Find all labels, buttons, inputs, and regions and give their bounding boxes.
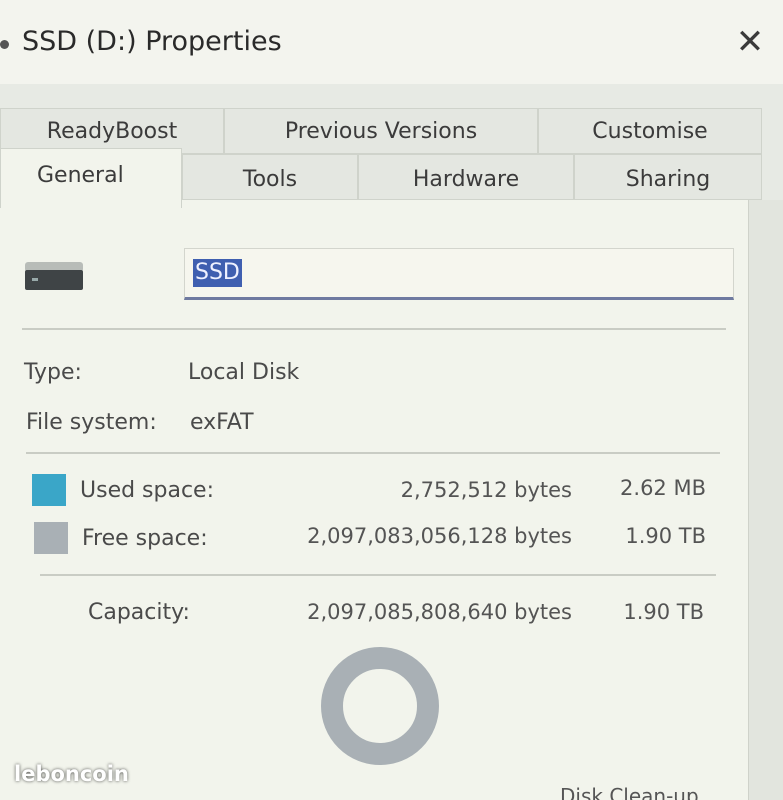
free-space-bytes: 2,097,083,056,128 bytes: [307, 524, 572, 548]
capacity-label: Capacity:: [88, 600, 190, 625]
free-space-label: Free space:: [82, 526, 208, 551]
free-space-swatch: [34, 522, 68, 554]
drive-name-input[interactable]: SSD: [184, 248, 734, 300]
disk-usage-ring: [321, 647, 439, 765]
divider-middle: [26, 452, 720, 454]
drive-name-selected-text: SSD: [193, 259, 242, 287]
capacity-bytes: 2,097,085,808,640 bytes: [307, 600, 572, 624]
type-value: Local Disk: [188, 360, 300, 385]
tab-hardware[interactable]: Hardware: [358, 154, 574, 200]
disk-cleanup-button[interactable]: Disk Clean-up: [560, 784, 699, 800]
file-system-value: exFAT: [190, 410, 254, 435]
panel-right-edge: [748, 200, 783, 800]
window-icon: [0, 40, 9, 49]
window-title: SSD (D:) Properties: [22, 26, 282, 57]
used-space-bytes: 2,752,512 bytes: [400, 478, 572, 502]
used-space-size: 2.62 MB: [620, 476, 706, 500]
properties-dialog: SSD (D:) Properties ✕ ReadyBoost Previou…: [0, 0, 783, 800]
tab-tools[interactable]: Tools: [182, 154, 358, 200]
divider-bottom: [40, 574, 716, 576]
capacity-size: 1.90 TB: [623, 600, 704, 624]
free-space-size: 1.90 TB: [625, 524, 706, 548]
close-icon[interactable]: ✕: [732, 24, 768, 60]
ring-free-segment: [321, 647, 439, 765]
divider-top: [22, 328, 726, 330]
used-space-label: Used space:: [80, 478, 215, 503]
tab-sharing[interactable]: Sharing: [574, 154, 762, 200]
file-system-label: File system:: [26, 410, 157, 435]
drive-icon: [25, 262, 83, 290]
tab-previous-versions[interactable]: Previous Versions: [224, 108, 538, 154]
used-space-swatch: [32, 474, 66, 506]
type-label: Type:: [24, 360, 82, 385]
tab-customise[interactable]: Customise: [538, 108, 762, 154]
title-bar: SSD (D:) Properties ✕: [0, 0, 783, 84]
watermark-logo: leboncoin: [14, 762, 129, 786]
tab-general[interactable]: General: [0, 148, 182, 208]
